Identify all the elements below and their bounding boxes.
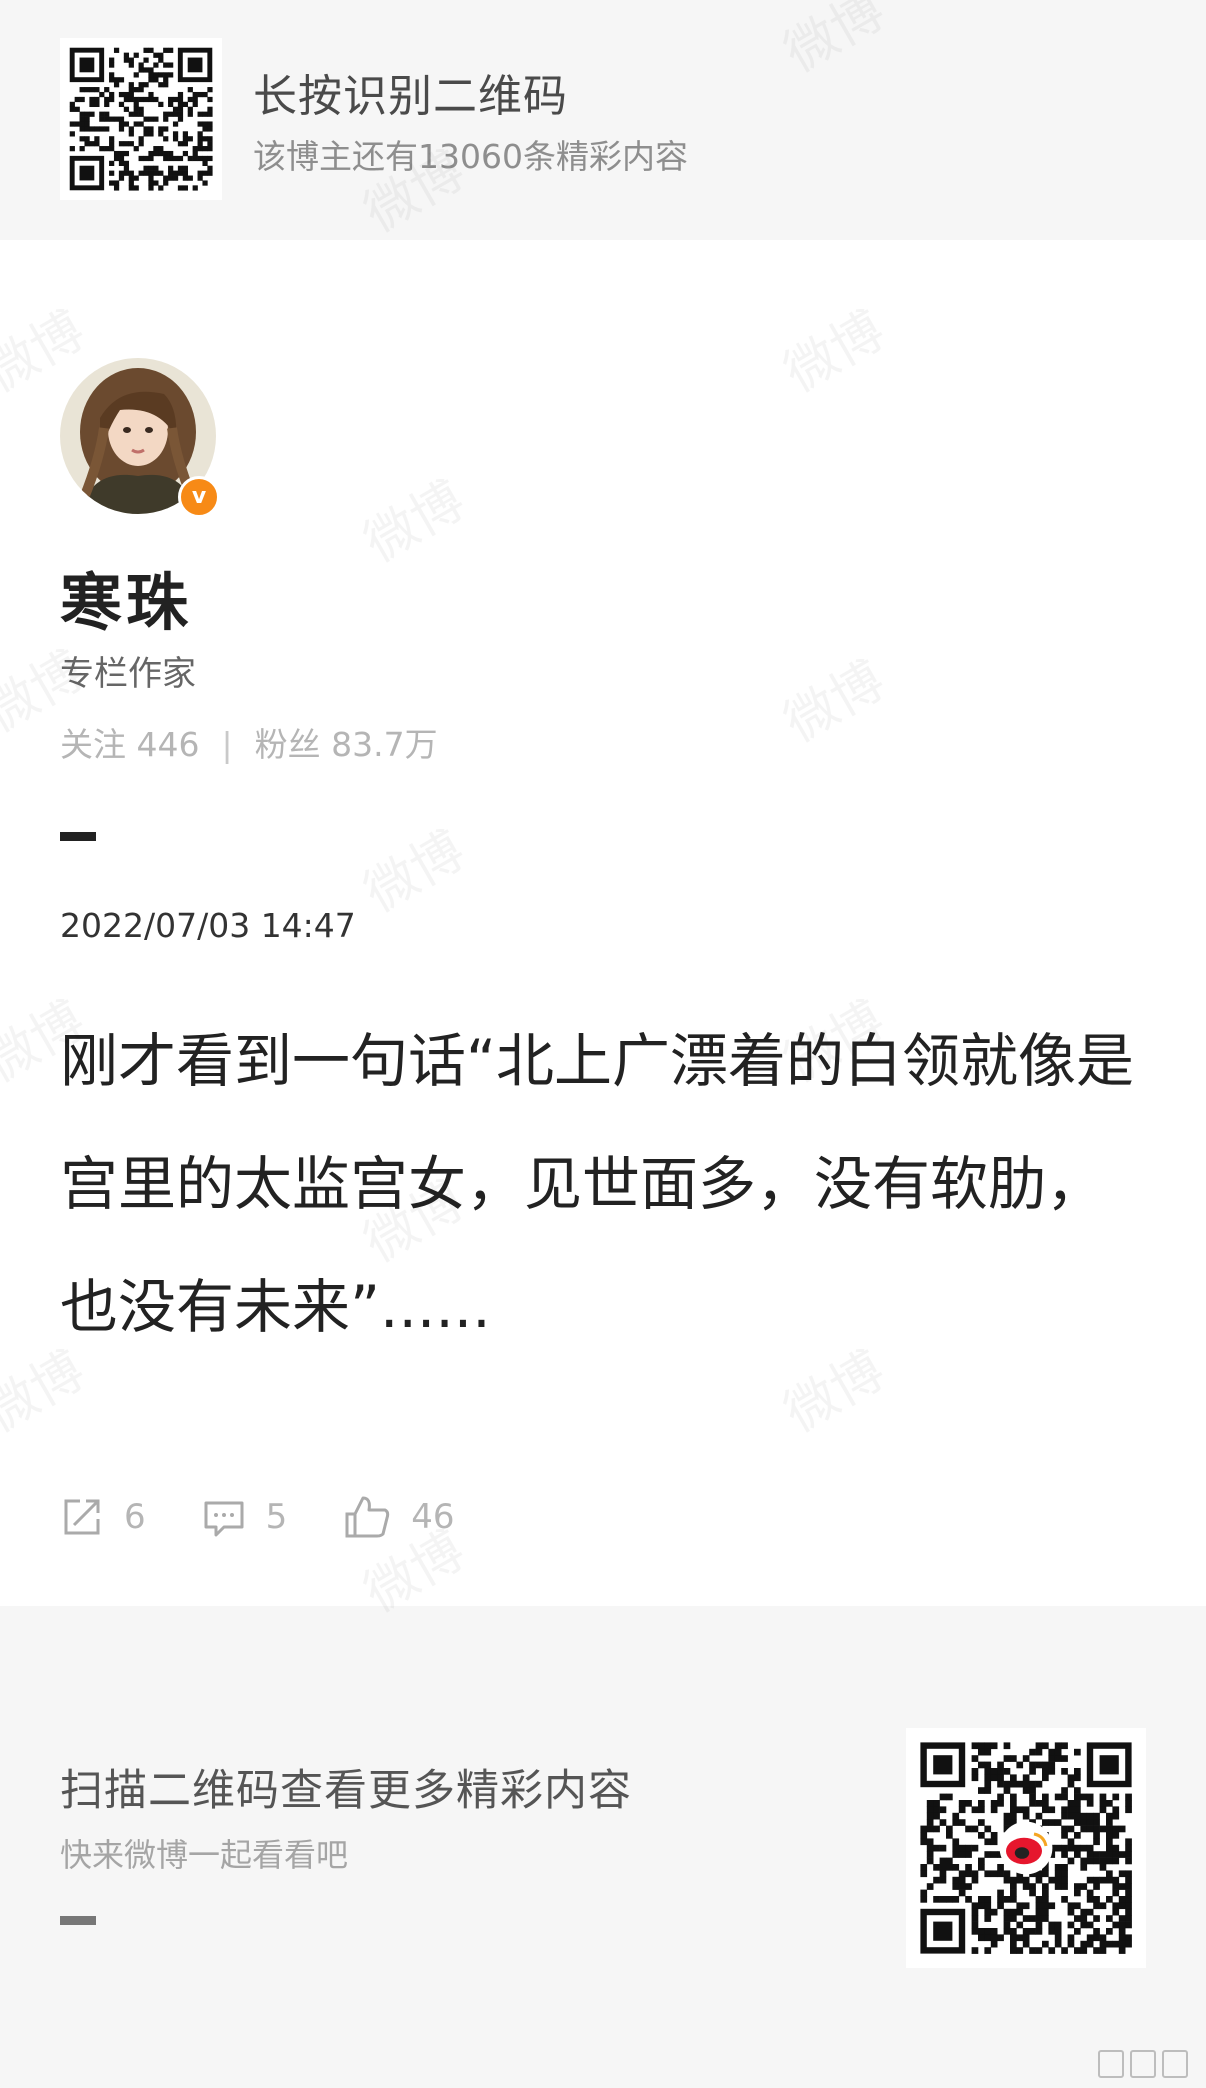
comment-count: 5 — [265, 1497, 288, 1537]
post-date: 2022/07/03 14:47 — [60, 906, 356, 945]
weibo-qr-code[interactable] — [906, 1728, 1146, 1968]
following-count: 446 — [136, 725, 200, 764]
indicator-square — [1162, 2050, 1188, 2078]
share-icon — [64, 1499, 100, 1535]
watermark: 微博 — [348, 459, 476, 576]
profile-qr-code[interactable] — [60, 38, 222, 200]
indicator-square — [1098, 2050, 1124, 2078]
user-title: 专栏作家 — [60, 654, 196, 694]
comment-icon — [204, 1501, 244, 1537]
verified-badge-icon: v — [178, 476, 220, 518]
like-count: 46 — [411, 1497, 455, 1537]
post-text: 刚才看到一句话“北上广漂着的白领就像是宫里的太监宫女，见世面多，没有软肋，也没有… — [60, 1027, 1135, 1341]
repost-count: 6 — [124, 1497, 146, 1537]
like-icon — [345, 1496, 390, 1538]
post-actions: 6 5 46 — [60, 1492, 511, 1542]
user-stats: 关注 446 | 粉丝 83.7万 — [60, 718, 438, 766]
indicator-square — [1130, 2050, 1156, 2078]
banner-subtitle: 该博主还有13060条精彩内容 — [253, 137, 688, 176]
footer-subtitle: 快来微博一起看看吧 — [60, 1836, 349, 1874]
qr-code-image — [69, 47, 213, 191]
comment-button[interactable]: 5 — [202, 1495, 288, 1539]
banner-title: 长按识别二维码 — [253, 71, 568, 122]
footer-divider — [60, 1916, 96, 1925]
fans-label: 粉丝 — [254, 725, 321, 764]
stats-divider: | — [221, 725, 233, 764]
footer-title: 扫描二维码查看更多精彩内容 — [60, 1766, 632, 1816]
qr-code-image — [920, 1742, 1132, 1954]
section-divider — [60, 832, 96, 841]
user-name[interactable]: 寒珠 — [60, 552, 192, 642]
watermark: 微博 — [348, 809, 476, 926]
watermark: 微博 — [768, 639, 896, 756]
like-button[interactable]: 46 — [343, 1494, 455, 1540]
following-label: 关注 — [60, 725, 126, 764]
watermark: 微博 — [768, 289, 896, 406]
page-indicator — [1098, 2050, 1188, 2078]
fans-count: 83.7万 — [331, 725, 438, 764]
repost-button[interactable]: 6 — [60, 1495, 146, 1539]
